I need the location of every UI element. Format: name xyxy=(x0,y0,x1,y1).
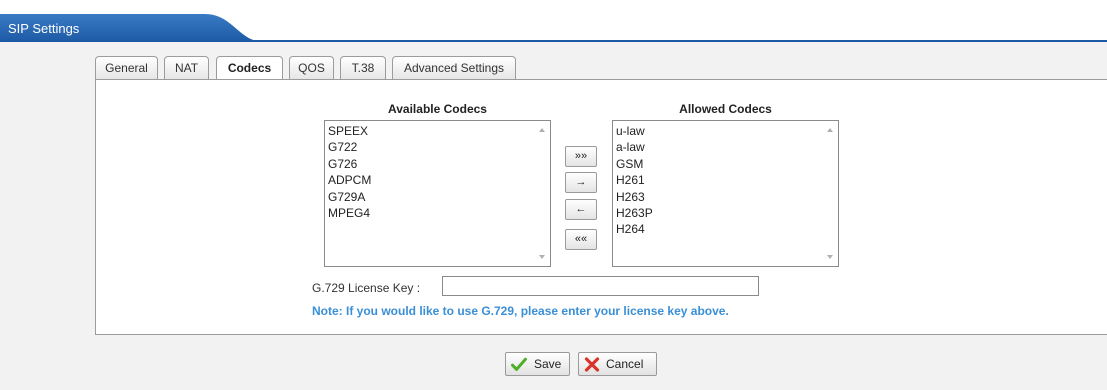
scroll-up-arrow-icon[interactable] xyxy=(539,128,545,132)
codec-option[interactable]: ADPCM xyxy=(328,172,550,188)
codec-option[interactable]: H261 xyxy=(616,172,838,188)
cancel-button-label: Cancel xyxy=(606,357,644,371)
codec-option[interactable]: GSM xyxy=(616,156,838,172)
scroll-up-arrow-icon[interactable] xyxy=(827,128,833,132)
tab-codecs[interactable]: Codecs xyxy=(216,56,283,81)
codec-option[interactable]: H263 xyxy=(616,189,838,205)
codec-option[interactable]: MPEG4 xyxy=(328,205,550,221)
header-bar: SIP Settings xyxy=(0,0,1107,42)
license-key-input[interactable] xyxy=(442,276,759,296)
license-note: Note: If you would like to use G.729, pl… xyxy=(312,304,729,318)
codecs-panel xyxy=(95,79,1107,335)
available-codecs-heading: Available Codecs xyxy=(388,102,487,116)
scroll-down-arrow-icon[interactable] xyxy=(539,255,545,259)
remove-codec-button[interactable]: ← xyxy=(565,199,597,220)
tab-general[interactable]: General xyxy=(95,56,158,79)
scroll-down-arrow-icon[interactable] xyxy=(827,255,833,259)
available-codecs-list[interactable]: SPEEX G722 G726 ADPCM G729A MPEG4 xyxy=(324,120,551,267)
codec-option[interactable]: SPEEX xyxy=(328,123,550,139)
codec-option[interactable]: H263P xyxy=(616,205,838,221)
license-key-label: G.729 License Key : xyxy=(312,281,421,295)
save-button[interactable]: Save xyxy=(505,352,570,376)
save-button-label: Save xyxy=(534,357,562,371)
cancel-button[interactable]: Cancel xyxy=(578,352,657,376)
tab-t38[interactable]: T.38 xyxy=(340,56,386,79)
cancel-x-icon xyxy=(584,357,600,375)
page-title: SIP Settings xyxy=(8,21,80,36)
allowed-codecs-heading: Allowed Codecs xyxy=(679,102,772,116)
remove-all-codecs-button[interactable]: «« xyxy=(565,229,597,250)
allowed-codecs-list[interactable]: u-law a-law GSM H261 H263 H263P H264 xyxy=(612,120,839,267)
codec-option[interactable]: G726 xyxy=(328,156,550,172)
codec-option[interactable]: H264 xyxy=(616,221,838,237)
header-title-tab: SIP Settings xyxy=(0,14,262,42)
tab-advanced-settings[interactable]: Advanced Settings xyxy=(392,56,516,79)
codec-option[interactable]: a-law xyxy=(616,139,838,155)
add-codec-button[interactable]: → xyxy=(565,172,597,193)
codec-option[interactable]: u-law xyxy=(616,123,838,139)
add-all-codecs-button[interactable]: »» xyxy=(565,146,597,167)
checkmark-icon xyxy=(511,357,527,375)
codec-option[interactable]: G722 xyxy=(328,139,550,155)
codec-option[interactable]: G729A xyxy=(328,189,550,205)
header-underline xyxy=(0,40,1107,42)
tab-qos[interactable]: QOS xyxy=(289,56,334,79)
tab-nat[interactable]: NAT xyxy=(164,56,209,79)
